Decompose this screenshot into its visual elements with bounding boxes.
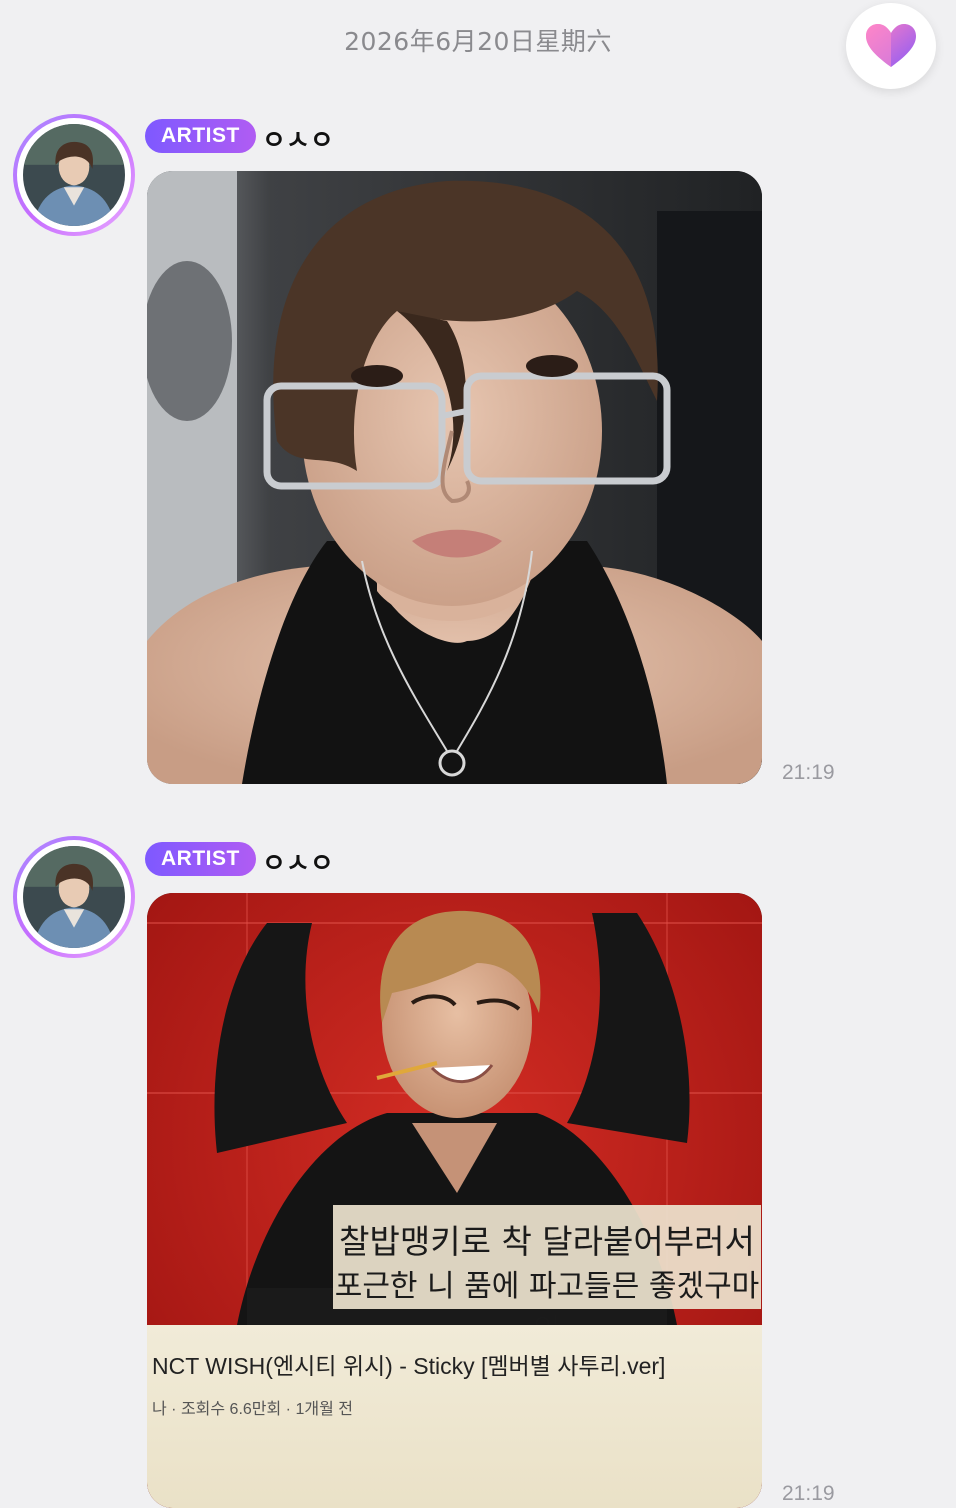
video-meta: NCT WISH(엔시티 위시) - Sticky [멤버별 사투리.ver] …: [147, 1325, 762, 1508]
artist-avatar[interactable]: [13, 114, 135, 236]
artist-badge: ARTIST: [145, 842, 256, 876]
avatar-photo: [23, 846, 125, 948]
sender-name: ㅇㅅㅇ: [262, 849, 334, 879]
heart-icon: [866, 24, 916, 67]
fab-heart-button[interactable]: [846, 3, 936, 89]
avatar-photo: [23, 124, 125, 226]
artist-avatar[interactable]: [13, 836, 135, 958]
date-header: 2026年6月20日星期六: [344, 27, 612, 56]
video-screenshot-attachment[interactable]: 찰밥맹키로 착 달라붙어부러서 포근한 니 품에 파고들믄 좋겠구마잉 NCT …: [147, 893, 762, 1508]
sender-name: ㅇㅅㅇ: [262, 126, 334, 156]
photo-attachment[interactable]: [147, 171, 762, 784]
subtitle-line-1: 찰밥맹키로 착 달라붙어부러서: [339, 1222, 755, 1261]
artist-badge: ARTIST: [145, 119, 256, 153]
video-stats: 나 · 조회수 6.6만회 · 1개월 전: [152, 1401, 353, 1418]
subtitle-box: 찰밥맹키로 착 달라붙어부러서 포근한 니 품에 파고들믄 좋겠구마잉: [333, 1205, 761, 1348]
message-timestamp: 21:19: [782, 761, 835, 784]
video-title: NCT WISH(엔시티 위시) - Sticky [멤버별 사투리.ver]: [152, 1353, 666, 1379]
message-timestamp: 21:19: [782, 1482, 835, 1505]
